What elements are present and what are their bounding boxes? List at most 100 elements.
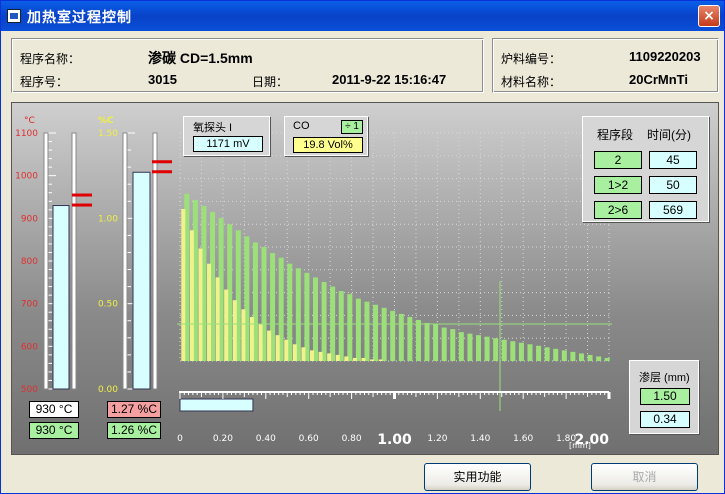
oxygen-probe-label: 氧探头 I [193,122,233,134]
depth-axis-tick-label: 1.60 [513,434,533,444]
setpoint-marker-lower [152,170,172,174]
profile-bar-target [570,351,576,361]
step-cell: 1>2 [594,176,642,194]
profile-bar-target [476,335,482,361]
profile-bar-target [587,354,593,361]
furnace-no-value: 1109220203 [629,49,701,64]
profile-bar-actual [207,263,212,361]
date-label: 日期： [252,75,289,89]
depth-axis-tick-label: 1.40 [470,434,490,444]
carbon-scale-rail [122,132,128,390]
furnace-info-panel: 炉料编号： 1109220203 材料名称： 20CrMnTi [492,38,719,93]
depth-axis-tick-label: 0.20 [213,434,233,444]
profile-bar-actual [224,289,229,361]
depth-axis-tick-label: 1.20 [427,434,447,444]
program-name-value: 渗碳 CD=1.5mm [148,50,253,66]
gauge-tick-label: 800 [21,257,38,267]
profile-bar-target [518,342,524,361]
depth-axis-tick-label: 0.80 [342,434,362,444]
depth-axis-origin: 0 [177,434,183,444]
profile-bar-actual [267,330,272,361]
profile-bar-target [441,327,447,361]
depth-axis-tick-label: 0.60 [299,434,319,444]
profile-bar-target [467,333,473,361]
gauge-tick-label: 900 [21,214,38,224]
program-name-label: 程序名称： [20,52,81,66]
profile-bar-target [484,336,490,361]
profile-bar-actual [361,357,366,361]
profile-bar-target [544,347,550,361]
depth-axis-tick-label: 0.40 [256,434,276,444]
setpoint-marker-upper [152,160,172,164]
carbon-scale: 1.50 1.00 0.50 0.00 [98,129,135,395]
profile-bar-target [364,301,370,361]
profile-bar-target [536,345,542,361]
carbon-actual-readout: 1.27 %C [107,401,161,418]
profile-bar-actual [352,357,357,361]
carbon-unit: %C [98,116,114,126]
co-value: 19.8 Vol% [293,137,363,153]
gauge-tick-label: 500 [21,385,38,395]
setpoint-marker-upper [72,193,92,197]
profile-bar-target [493,338,499,361]
title-bar: 加热室过程控制 × [1,1,724,31]
profile-bar-target [321,281,327,361]
profile-bar-target [553,348,559,361]
step-cell: 2>6 [594,201,642,219]
profile-bar-target [355,298,361,361]
case-depth-current: 0.34 [640,411,690,428]
oxygen-probe-value: 1171 mV [193,136,263,152]
profile-bar-target [604,357,610,361]
temp-unit: °C [24,116,35,126]
temp-level-bar [52,205,70,390]
gauge-tick-label: 0.50 [98,300,118,310]
utility-functions-button[interactable]: 实用功能 [424,463,531,491]
gauge-tick-label: 600 [21,342,38,352]
profile-bar-actual [258,324,263,361]
profile-bar-target [527,344,533,361]
profile-bar-target [347,294,353,361]
profile-bar-actual [327,353,332,361]
material-label: 材料名称： [501,75,562,89]
co-panel: CO ÷ 1 19.8 Vol% [284,116,368,156]
case-depth-progress-bar [179,398,254,412]
time-cell: 45 [649,151,697,169]
furnace-no-label: 炉料编号： [501,52,562,66]
close-button[interactable]: × [698,5,720,27]
profile-bar-actual [241,309,246,361]
case-depth-target: 1.50 [640,388,690,405]
profile-bar-target [390,310,396,361]
profile-bar-actual [275,335,280,361]
depth-axis-unit: [mm] [569,441,591,450]
profile-bar-actual [318,351,323,361]
depth-axis-tick-label: 1.00 [377,432,412,448]
case-depth-panel: 渗层 (mm) 1.50 0.34 [629,360,699,434]
profile-bar-actual [335,354,340,361]
cancel-button[interactable]: 取消 [591,463,698,491]
profile-bar-actual [309,350,314,361]
time-column-header: 时间(分) [647,128,691,142]
app-icon [7,9,21,23]
carbon-setpoint-readout: 1.26 %C [107,422,161,439]
co-label: CO [293,120,310,132]
material-value: 20CrMnTi [629,72,688,87]
profile-bar-actual [215,277,220,361]
program-no-label: 程序号： [20,75,69,89]
profile-bar-actual [198,248,203,361]
profile-bar-target [561,350,567,361]
profile-bar-target [373,304,379,361]
profile-bar-target [312,277,318,361]
gauge-tick-label: 1000 [15,172,38,182]
carbon-profile-bars [181,193,610,361]
temp-scale: 1100 1000 900 800 700 600 500 [15,129,56,395]
gauge-tick-label: 0.00 [98,385,118,395]
gauge-tick-label: 1.50 [98,129,118,139]
time-cell: 50 [649,176,697,194]
step-cell: 2 [594,151,642,169]
profile-bar-target [510,341,516,361]
gauge-tick-label: 700 [21,300,38,310]
profile-bar-target [433,324,439,361]
profile-bar-actual [344,356,349,361]
profile-bar-target [424,323,430,361]
profile-bar-target [458,332,464,361]
